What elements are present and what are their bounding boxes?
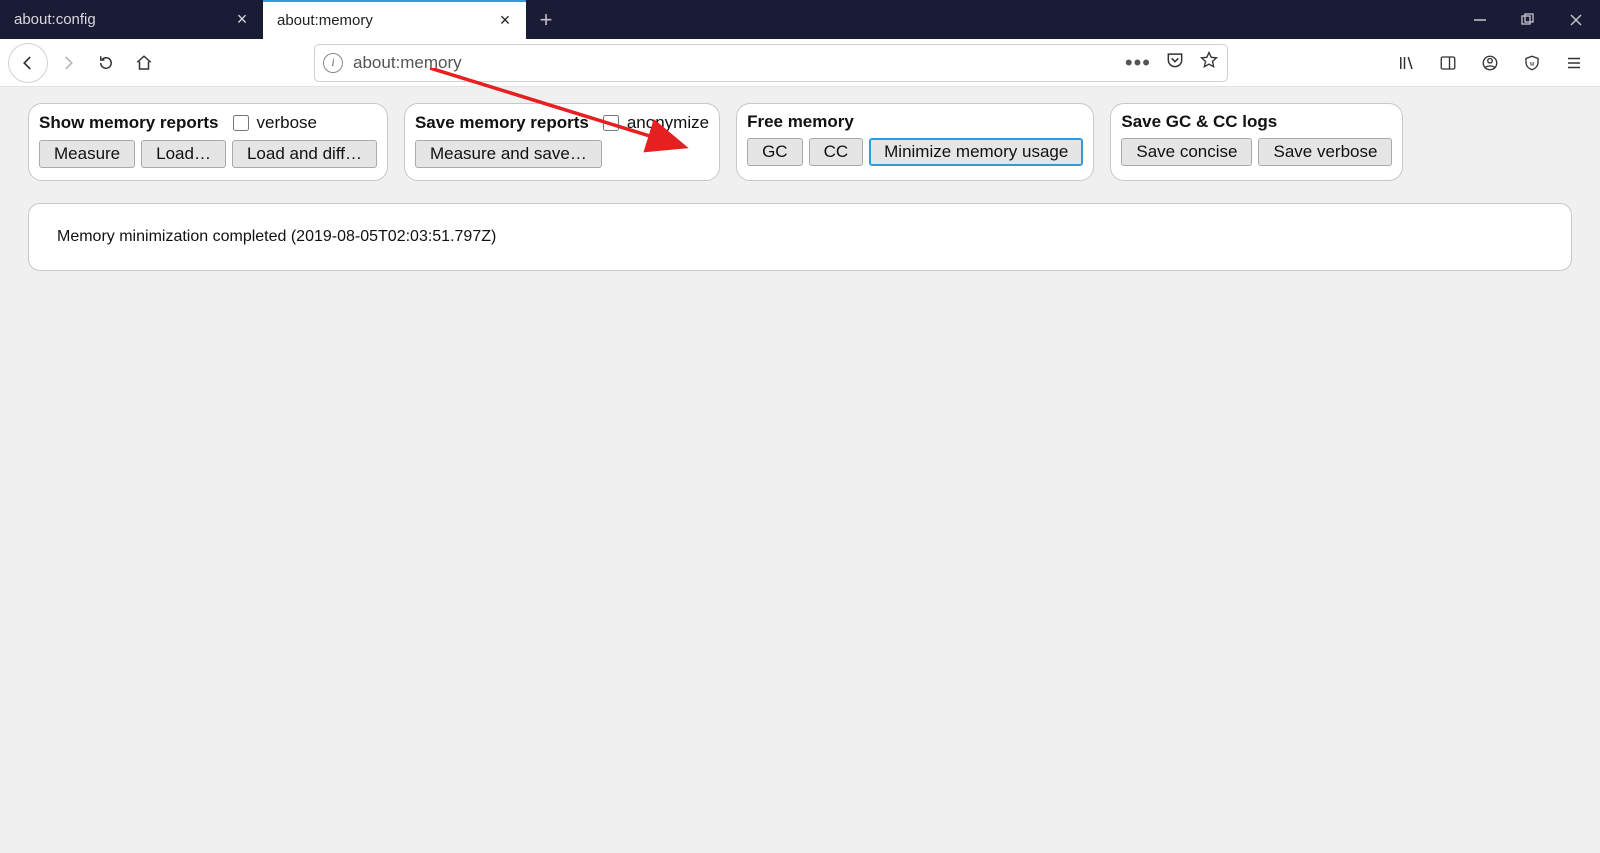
window-minimize-button[interactable] xyxy=(1456,0,1504,39)
home-button[interactable] xyxy=(126,45,162,81)
output-text: Memory minimization completed (2019-08-0… xyxy=(57,228,496,245)
checkbox-label: verbose xyxy=(257,113,317,133)
ublock-shield-icon[interactable]: u xyxy=(1514,45,1550,81)
verbose-checkbox-input[interactable] xyxy=(233,115,249,131)
panel-free-memory: Free memory GC CC Minimize memory usage xyxy=(736,103,1094,181)
close-tab-icon[interactable]: × xyxy=(233,11,251,29)
panel-heading: Save memory reports xyxy=(415,113,589,133)
panel-show-memory-reports: Show memory reports verbose Measure Load… xyxy=(28,103,388,181)
anonymize-checkbox-input[interactable] xyxy=(603,115,619,131)
save-verbose-button[interactable]: Save verbose xyxy=(1258,138,1392,166)
save-concise-button[interactable]: Save concise xyxy=(1121,138,1252,166)
site-info-icon[interactable]: i xyxy=(323,53,343,73)
tab-about-config[interactable]: about:config × xyxy=(0,0,263,39)
tab-title: about:config xyxy=(14,11,233,28)
panel-save-memory-reports: Save memory reports anonymize Measure an… xyxy=(404,103,720,181)
load-and-diff-button[interactable]: Load and diff… xyxy=(232,140,377,168)
url-bar[interactable]: i about:memory ••• xyxy=(314,44,1228,82)
sidebar-icon[interactable] xyxy=(1430,45,1466,81)
new-tab-button[interactable]: + xyxy=(526,0,566,39)
close-tab-icon[interactable]: × xyxy=(496,12,514,30)
window-close-button[interactable] xyxy=(1552,0,1600,39)
output-box: Memory minimization completed (2019-08-0… xyxy=(28,203,1572,271)
pocket-icon[interactable] xyxy=(1165,50,1185,75)
page-content: Show memory reports verbose Measure Load… xyxy=(0,87,1600,287)
library-icon[interactable] xyxy=(1388,45,1424,81)
tab-bar: about:config × about:memory × + xyxy=(0,0,1600,39)
reload-button[interactable] xyxy=(88,45,124,81)
window-maximize-button[interactable] xyxy=(1504,0,1552,39)
measure-button[interactable]: Measure xyxy=(39,140,135,168)
page-actions-icon[interactable]: ••• xyxy=(1125,50,1151,76)
panel-save-gc-cc-logs: Save GC & CC logs Save concise Save verb… xyxy=(1110,103,1403,181)
anonymize-checkbox[interactable]: anonymize xyxy=(599,112,709,134)
panel-heading: Show memory reports xyxy=(39,113,219,133)
panel-heading: Free memory xyxy=(747,112,854,132)
back-button[interactable] xyxy=(8,43,48,83)
bookmark-star-icon[interactable] xyxy=(1199,50,1219,75)
measure-and-save-button[interactable]: Measure and save… xyxy=(415,140,602,168)
cc-button[interactable]: CC xyxy=(809,138,864,166)
panel-heading: Save GC & CC logs xyxy=(1121,112,1277,132)
gc-button[interactable]: GC xyxy=(747,138,803,166)
tab-title: about:memory xyxy=(277,12,496,29)
forward-button[interactable] xyxy=(50,45,86,81)
nav-toolbar: i about:memory ••• u xyxy=(0,39,1600,87)
url-text: about:memory xyxy=(353,53,1125,73)
checkbox-label: anonymize xyxy=(627,113,709,133)
svg-text:u: u xyxy=(1530,60,1534,67)
load-button[interactable]: Load… xyxy=(141,140,226,168)
tab-about-memory[interactable]: about:memory × xyxy=(263,0,526,39)
verbose-checkbox[interactable]: verbose xyxy=(229,112,317,134)
minimize-memory-usage-button[interactable]: Minimize memory usage xyxy=(869,138,1083,166)
hamburger-menu-icon[interactable] xyxy=(1556,45,1592,81)
account-icon[interactable] xyxy=(1472,45,1508,81)
